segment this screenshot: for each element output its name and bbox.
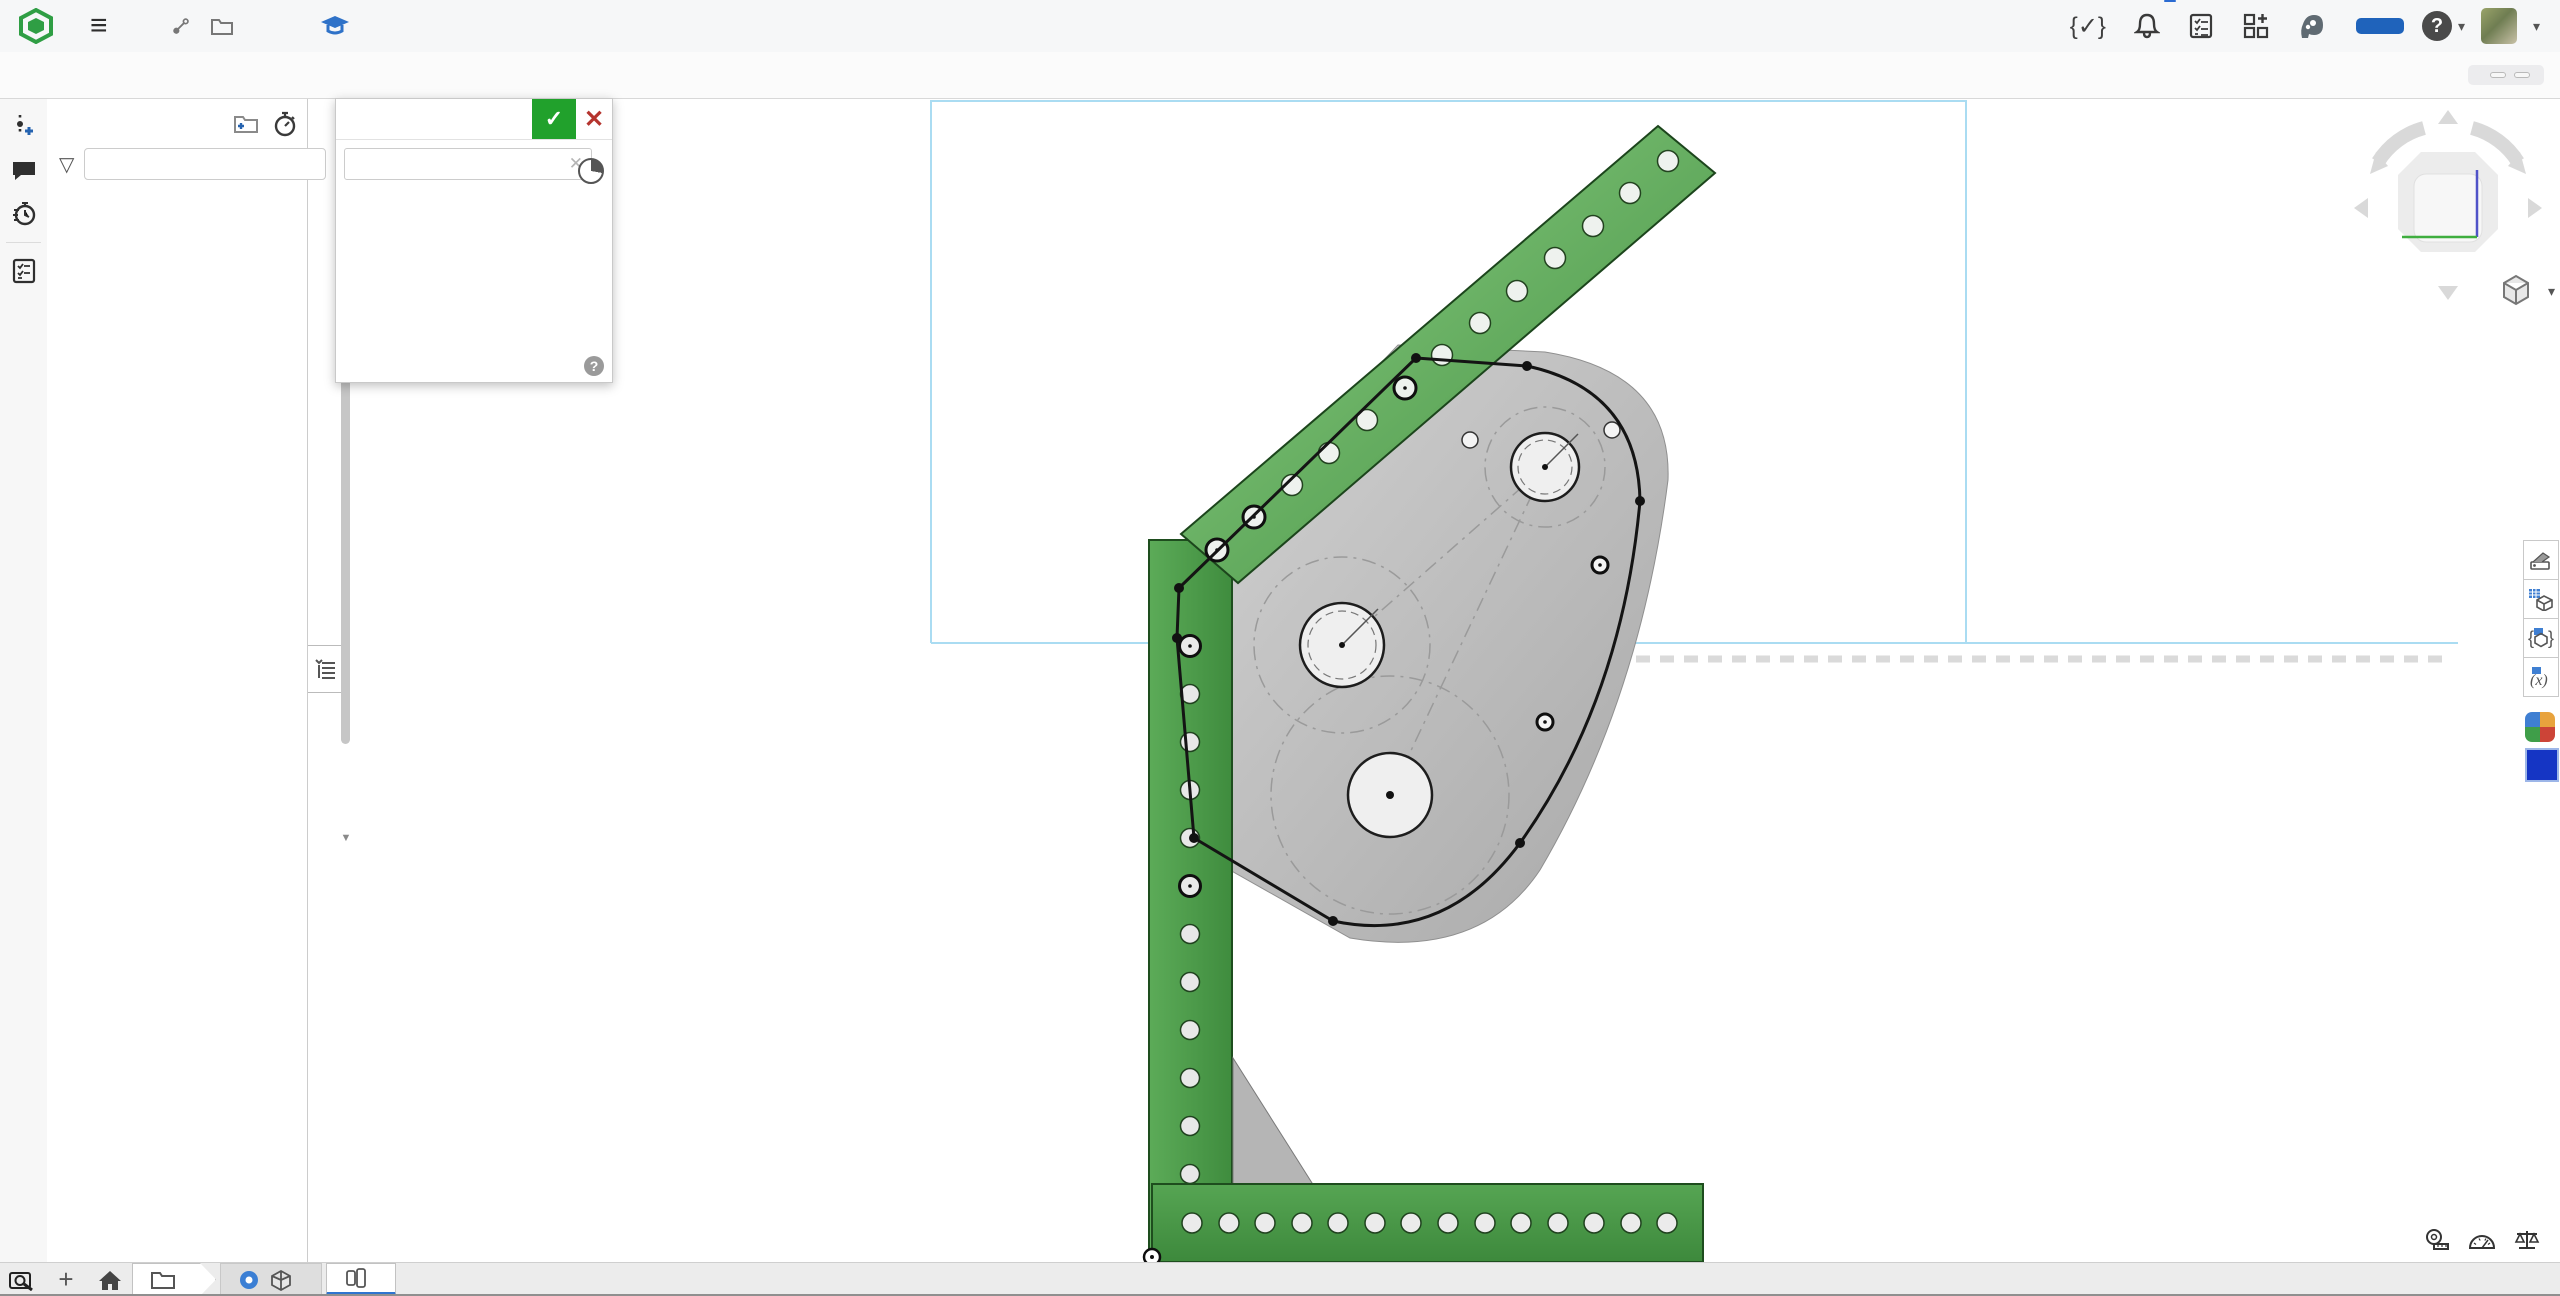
tilt-up-arrow[interactable] — [2438, 110, 2458, 124]
view-options-caret-icon[interactable]: ▾ — [2548, 283, 2555, 299]
sketch-toolbar — [0, 52, 2560, 99]
features-panel: ▽ ▲ ▼ — [47, 98, 308, 1262]
bearing-hole-top[interactable] — [1511, 433, 1579, 501]
bottom-tab-bar: + — [0, 1262, 2560, 1296]
tab-status-icon — [239, 1270, 259, 1290]
kbd-c — [2514, 72, 2530, 78]
onshape-logo[interactable] — [18, 8, 62, 44]
bom-table-icon[interactable] — [2523, 579, 2559, 619]
insert-feature-icon[interactable] — [0, 104, 47, 148]
frame-base[interactable] — [1144, 1184, 1703, 1265]
bearing-hole-middle[interactable] — [1300, 603, 1384, 687]
filter-input[interactable] — [84, 148, 326, 180]
share-button[interactable] — [2356, 18, 2404, 34]
document-menu-icon[interactable]: ≡ — [90, 9, 108, 43]
tab-exercise-3[interactable] — [132, 1263, 216, 1296]
final-time-icon[interactable] — [578, 158, 604, 184]
new-tab-icon[interactable]: + — [44, 1263, 88, 1296]
user-menu-caret-icon[interactable]: ▾ — [2533, 18, 2540, 35]
learning-center-icon[interactable] — [320, 14, 350, 38]
pan-left-arrow[interactable] — [2354, 198, 2368, 218]
help-caret-icon[interactable]: ▾ — [2458, 18, 2465, 35]
ai-advisor-icon[interactable] — [2298, 12, 2324, 40]
svg-text:(x): (x) — [2530, 672, 2548, 689]
app-store-widget-icon[interactable] — [2525, 712, 2555, 742]
bearing-hole-bottom[interactable] — [1348, 753, 1432, 837]
scroll-down-icon[interactable]: ▼ — [339, 832, 353, 844]
svg-text:}: } — [2548, 628, 2554, 648]
right-tool-rail: {} (x) — [2523, 540, 2559, 788]
tab-folder-icon — [151, 1271, 175, 1289]
variables-icon[interactable]: (x) — [2523, 657, 2559, 697]
onshape-logo-icon — [18, 8, 54, 44]
kbd-alt — [2490, 72, 2506, 78]
history-icon[interactable] — [0, 192, 47, 236]
home-icon[interactable] — [88, 1263, 132, 1296]
sketch-plane-field[interactable]: ✕ — [344, 148, 592, 180]
notes-icon[interactable] — [0, 249, 47, 293]
svg-text:{: { — [2528, 628, 2534, 648]
assembly-icon — [269, 1269, 293, 1291]
tab-exercise-3-part-studio[interactable] — [326, 1263, 396, 1296]
view-cube: ▾ — [2336, 100, 2560, 312]
mk-app-icon[interactable] — [2525, 748, 2559, 782]
cancel-button[interactable]: ✕ — [576, 99, 612, 139]
viewcube-face[interactable] — [2414, 174, 2482, 242]
workspace[interactable] — [210, 16, 242, 36]
help-icon[interactable]: ? — [2422, 11, 2452, 41]
rollback-end-icon[interactable] — [273, 111, 297, 137]
folder-icon — [210, 16, 234, 36]
protractor-icon[interactable] — [2467, 1228, 2497, 1252]
top-bar: ≡ ⊷ {✓} ? ▾ ▾ — [0, 0, 2560, 53]
search-tools[interactable] — [2468, 65, 2544, 85]
frame-column[interactable] — [1149, 540, 1232, 1262]
gearbox-plate[interactable] — [1182, 345, 1668, 942]
mass-properties-icon[interactable] — [2513, 1228, 2541, 1252]
comments-icon[interactable] — [0, 148, 47, 192]
tilt-down-arrow[interactable] — [2438, 286, 2458, 300]
pan-right-arrow[interactable] — [2528, 198, 2542, 218]
measure-tools — [2405, 1228, 2541, 1252]
dialog-help-icon[interactable]: ? — [584, 356, 604, 376]
feature-dialog: ✓ ✕ ✕ ? — [335, 98, 613, 383]
tasks-icon[interactable] — [2188, 12, 2214, 40]
view-options-cube-icon[interactable] — [2504, 276, 2528, 304]
versions-icon[interactable]: {✓} — [2070, 12, 2106, 41]
configurations-icon[interactable]: {} — [2523, 618, 2559, 658]
confirm-button[interactable]: ✓ — [532, 99, 576, 139]
tab-exercise-3-assembly[interactable] — [220, 1263, 322, 1296]
strip-divider — [6, 242, 41, 243]
avatar[interactable] — [2481, 8, 2517, 44]
part-studio-icon — [345, 1267, 367, 1289]
apps-grid-icon[interactable] — [2242, 12, 2270, 40]
link-icon[interactable]: ⊷ — [164, 9, 198, 43]
tape-measure-icon[interactable] — [2421, 1228, 2451, 1252]
notifications-bell-icon[interactable] — [2134, 12, 2160, 40]
left-icon-strip — [0, 98, 48, 1262]
filter-icon[interactable]: ▽ — [59, 152, 74, 177]
new-folder-icon[interactable] — [233, 114, 259, 134]
screenshot-tool-icon[interactable] — [0, 1263, 44, 1296]
notification-badge — [2164, 0, 2176, 2]
appearance-panel-icon[interactable] — [2523, 540, 2559, 580]
